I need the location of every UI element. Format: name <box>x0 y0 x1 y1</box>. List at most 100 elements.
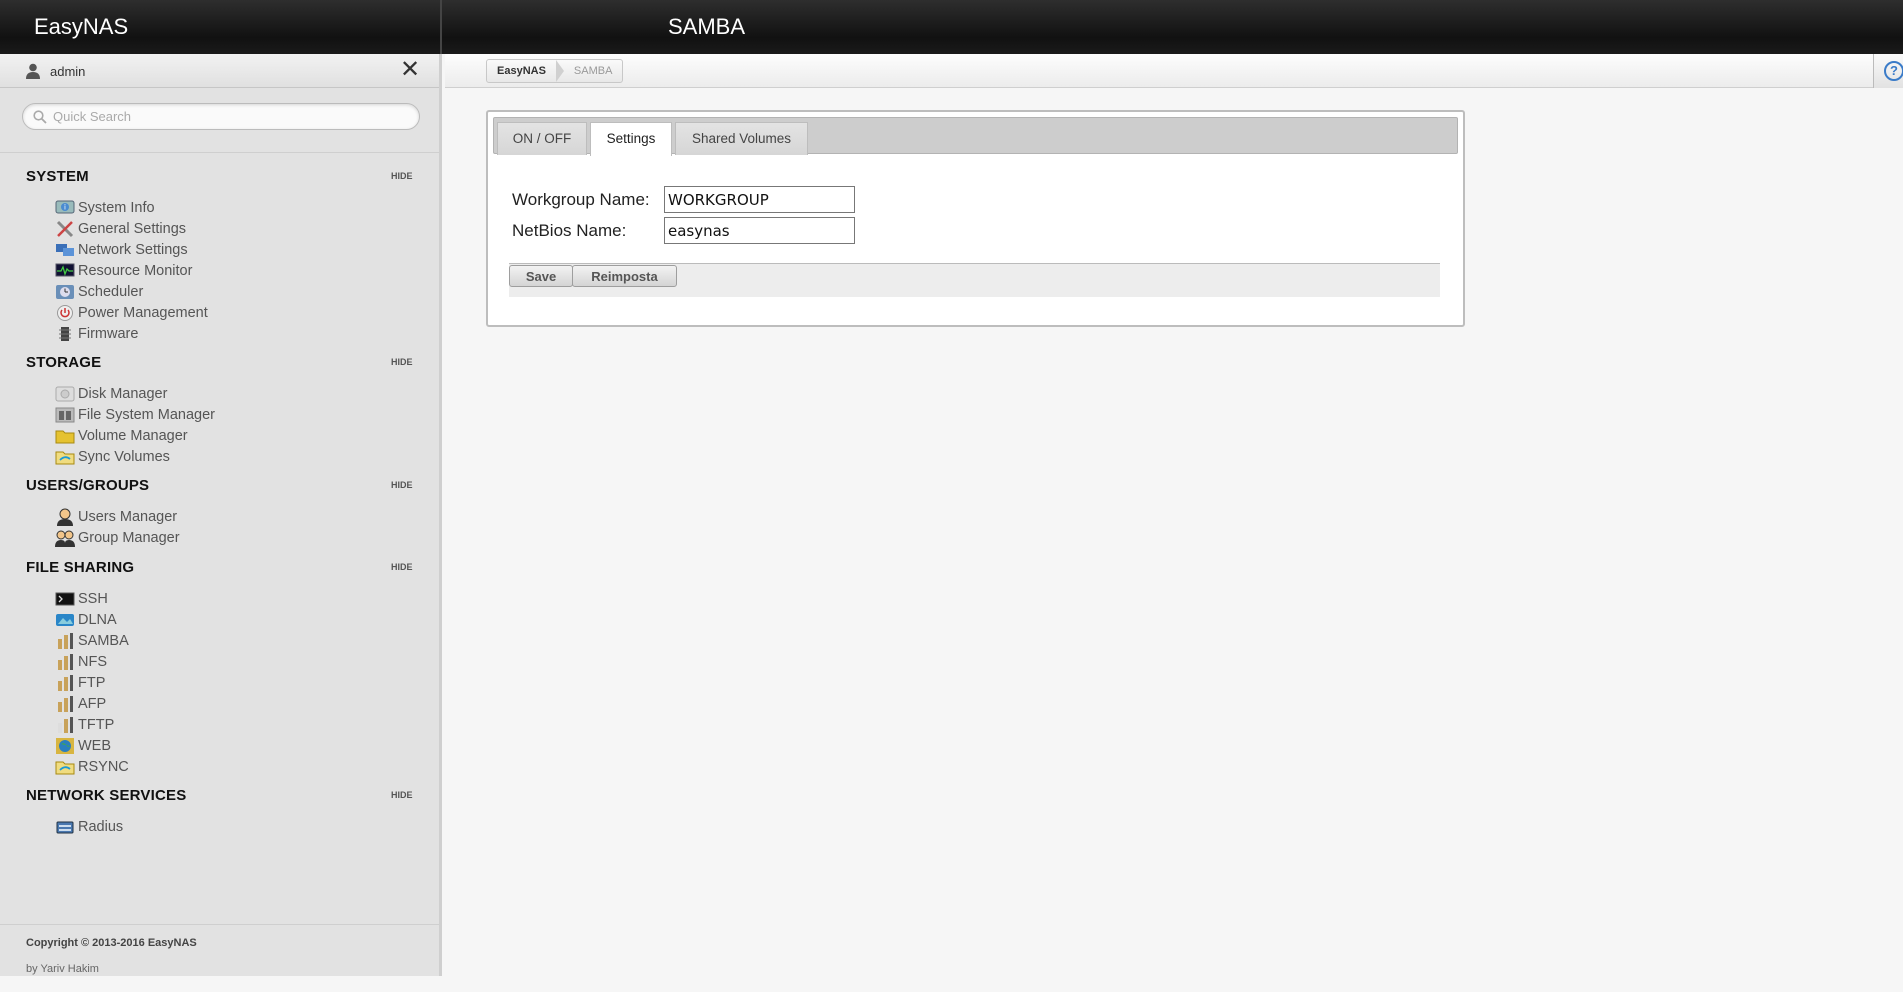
sidebar-item-dlna[interactable]: DLNA <box>54 610 117 630</box>
sync-folder-icon <box>54 758 76 776</box>
sidebar-item-label: Group Manager <box>78 530 180 546</box>
sidebar-item-radius[interactable]: Radius <box>54 817 123 837</box>
sidebar-item-disk-manager[interactable]: Disk Manager <box>54 384 167 404</box>
sidebar-item-label: SSH <box>78 591 108 607</box>
monitor-icon <box>54 262 76 280</box>
sidebar-item-group-manager[interactable]: Group Manager <box>54 528 180 548</box>
workgroup-name-input[interactable] <box>664 186 855 213</box>
help-button[interactable]: ? <box>1873 54 1903 88</box>
sidebar-item-label: Scheduler <box>78 284 144 300</box>
breadcrumb: EasyNAS SAMBA <box>486 59 624 83</box>
disk-icon <box>54 385 76 403</box>
clock-icon <box>54 283 76 301</box>
breadcrumb-separator <box>555 60 564 82</box>
section-title-storage: STORAGE <box>26 354 102 371</box>
close-icon[interactable]: ✕ <box>400 58 420 82</box>
save-button[interactable]: Save <box>509 265 573 287</box>
tab-settings[interactable]: Settings <box>590 122 672 156</box>
sidebar-item-web[interactable]: WEB <box>54 736 111 756</box>
group-icon <box>54 529 76 547</box>
breadcrumb-home[interactable]: EasyNAS <box>487 65 556 77</box>
user-name: admin <box>50 64 86 79</box>
sidebar-item-general-settings[interactable]: General Settings <box>54 219 186 239</box>
globe-icon <box>54 737 76 755</box>
sidebar-item-file-system-manager[interactable]: File System Manager <box>54 405 215 425</box>
folder-icon <box>54 427 76 445</box>
sidebar-item-tftp[interactable]: TFTP <box>54 715 114 735</box>
share-icon <box>54 695 76 713</box>
user-icon <box>54 508 76 526</box>
netbios-name-label: NetBios Name: <box>512 221 627 240</box>
chip-icon <box>54 325 76 343</box>
sidebar-item-label: Firmware <box>78 326 139 342</box>
sidebar-item-label: AFP <box>78 696 107 712</box>
tab-bar: ON / OFF Settings Shared Volumes <box>493 117 1458 156</box>
share-icon <box>54 632 76 650</box>
sidebar-item-label: Power Management <box>78 305 208 321</box>
netbios-name-input[interactable] <box>664 217 855 244</box>
sidebar-item-samba[interactable]: SAMBA <box>54 631 129 651</box>
sidebar-item-system-info[interactable]: i System Info <box>54 198 155 218</box>
hide-storage-button[interactable]: HIDE <box>391 357 413 367</box>
hide-system-button[interactable]: HIDE <box>391 171 413 181</box>
workgroup-name-label: Workgroup Name: <box>512 190 650 209</box>
top-bar: EasyNAS SAMBA <box>0 0 1903 54</box>
tab-shared-volumes[interactable]: Shared Volumes <box>675 122 808 155</box>
file-system-icon <box>54 406 76 424</box>
reset-button[interactable]: Reimposta <box>572 265 677 287</box>
user-icon <box>26 63 40 79</box>
author-byline: by Yariv Hakim <box>26 963 99 975</box>
sidebar-item-label: WEB <box>78 738 112 754</box>
sync-folder-icon <box>54 448 76 466</box>
sidebar-item-sync-volumes[interactable]: Sync Volumes <box>54 447 170 467</box>
sidebar-item-power-management[interactable]: Power Management <box>54 303 208 323</box>
sidebar-item-label: Resource Monitor <box>78 263 193 279</box>
system-info-icon: i <box>54 199 76 217</box>
terminal-icon <box>54 590 76 608</box>
sidebar-item-label: Disk Manager <box>78 386 168 402</box>
section-title-system: SYSTEM <box>26 168 89 185</box>
sidebar-item-ssh[interactable]: SSH <box>54 589 108 609</box>
samba-settings-panel: ON / OFF Settings Shared Volumes Workgro… <box>486 110 1465 327</box>
user-bar: admin ✕ <box>0 54 439 88</box>
tools-icon <box>54 220 76 238</box>
sidebar-footer: Copyright © 2013-2016 EasyNAS by Yariv H… <box>0 924 442 975</box>
hide-file-sharing-button[interactable]: HIDE <box>391 562 413 572</box>
sidebar-item-rsync[interactable]: RSYNC <box>54 757 129 777</box>
share-icon <box>54 674 76 692</box>
section-title-file-sharing: FILE SHARING <box>26 559 135 576</box>
sidebar-item-network-settings[interactable]: Network Settings <box>54 240 188 260</box>
sidebar-item-label: SAMBA <box>78 633 129 649</box>
section-title-users-groups: USERS/GROUPS <box>26 477 150 494</box>
sidebar-item-afp[interactable]: AFP <box>54 694 106 714</box>
power-icon <box>54 304 76 322</box>
page-title: SAMBA <box>668 14 746 39</box>
sidebar-item-firmware[interactable]: Firmware <box>54 324 138 344</box>
search-area <box>0 88 439 153</box>
app-brand[interactable]: EasyNAS <box>0 0 442 54</box>
sidebar-item-scheduler[interactable]: Scheduler <box>54 282 143 302</box>
svg-text:i: i <box>64 204 66 212</box>
sidebar-item-ftp[interactable]: FTP <box>54 673 105 693</box>
media-icon <box>54 611 76 629</box>
section-title-network-services: NETWORK SERVICES <box>26 787 187 804</box>
share-icon <box>54 653 76 671</box>
sidebar-item-resource-monitor[interactable]: Resource Monitor <box>54 261 192 281</box>
search-input[interactable] <box>22 103 420 130</box>
form-button-bar: Save Reimposta <box>509 263 1440 297</box>
sidebar-item-volume-manager[interactable]: Volume Manager <box>54 426 188 446</box>
sidebar-item-label: Sync Volumes <box>78 449 170 465</box>
hide-users-groups-button[interactable]: HIDE <box>391 480 413 490</box>
sidebar-item-label: RSYNC <box>78 759 129 775</box>
tab-on-off[interactable]: ON / OFF <box>497 122 587 155</box>
share-icon <box>54 716 76 734</box>
copyright-text: Copyright © 2013-2016 EasyNAS <box>26 937 197 949</box>
sidebar-item-nfs[interactable]: NFS <box>54 652 107 672</box>
sidebar-item-label: FTP <box>78 675 106 691</box>
breadcrumb-current: SAMBA <box>573 65 613 77</box>
breadcrumb-bar: EasyNAS SAMBA <box>445 54 1903 88</box>
server-icon <box>54 818 76 836</box>
sidebar-item-label: Users Manager <box>78 509 178 525</box>
sidebar-item-users-manager[interactable]: Users Manager <box>54 507 177 527</box>
hide-network-services-button[interactable]: HIDE <box>391 790 413 800</box>
